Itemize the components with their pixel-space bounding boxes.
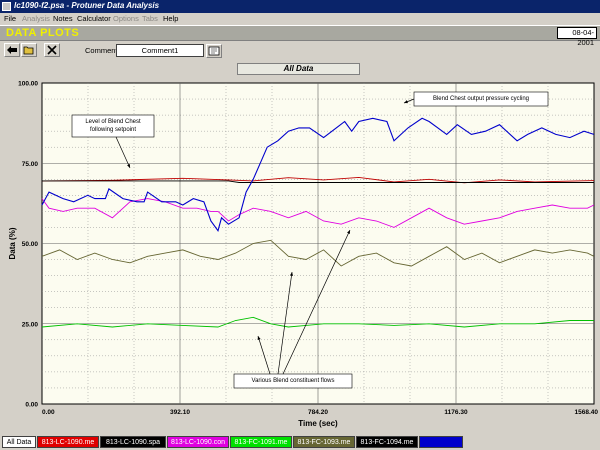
y-tick-label: 100.00: [18, 81, 38, 88]
y-tick-label: 0.00: [25, 402, 38, 409]
tab-series-6[interactable]: 813-FC-1094.me: [356, 436, 418, 448]
tab-series-4[interactable]: 813-FC-1091.me: [230, 436, 292, 448]
y-axis-label: Data (%): [8, 227, 17, 259]
tab-series-3[interactable]: 813-LC-1090.con: [167, 436, 229, 448]
annotation-pressure-text: Blend Chest output pressure cycling: [433, 96, 529, 102]
x-tick-label: 0.00: [42, 409, 55, 416]
x-tick-label: 1176.30: [444, 409, 468, 416]
x-tick-label: 784.20: [308, 409, 328, 416]
x-tick-label: 392.10: [170, 409, 190, 416]
y-tick-label: 25.00: [22, 321, 39, 328]
y-tick-label: 75.00: [22, 161, 39, 168]
tab-all-data[interactable]: All Data: [2, 436, 36, 448]
annotation-flows-text: Various Blend constituent flows: [252, 378, 335, 384]
plot-title: All Data: [237, 63, 360, 75]
tab-series-5[interactable]: 813-FC-1093.me: [293, 436, 355, 448]
x-tick-label: 1568.40: [575, 409, 599, 416]
tab-series-1[interactable]: 813-LC-1090.me: [37, 436, 99, 448]
annotation-level-text: following setpoint: [90, 127, 136, 133]
annotation-level-text: Level of Blend Chest: [85, 119, 141, 125]
series-tabs: All Data 813-LC-1090.me 813-LC-1090.spa 813…: [0, 435, 600, 450]
tab-series-2[interactable]: 813-LC-1090.spa: [100, 436, 166, 448]
tab-series-7[interactable]: [419, 436, 463, 448]
x-axis-label: Time (sec): [298, 419, 338, 428]
y-tick-label: 50.00: [22, 241, 39, 248]
